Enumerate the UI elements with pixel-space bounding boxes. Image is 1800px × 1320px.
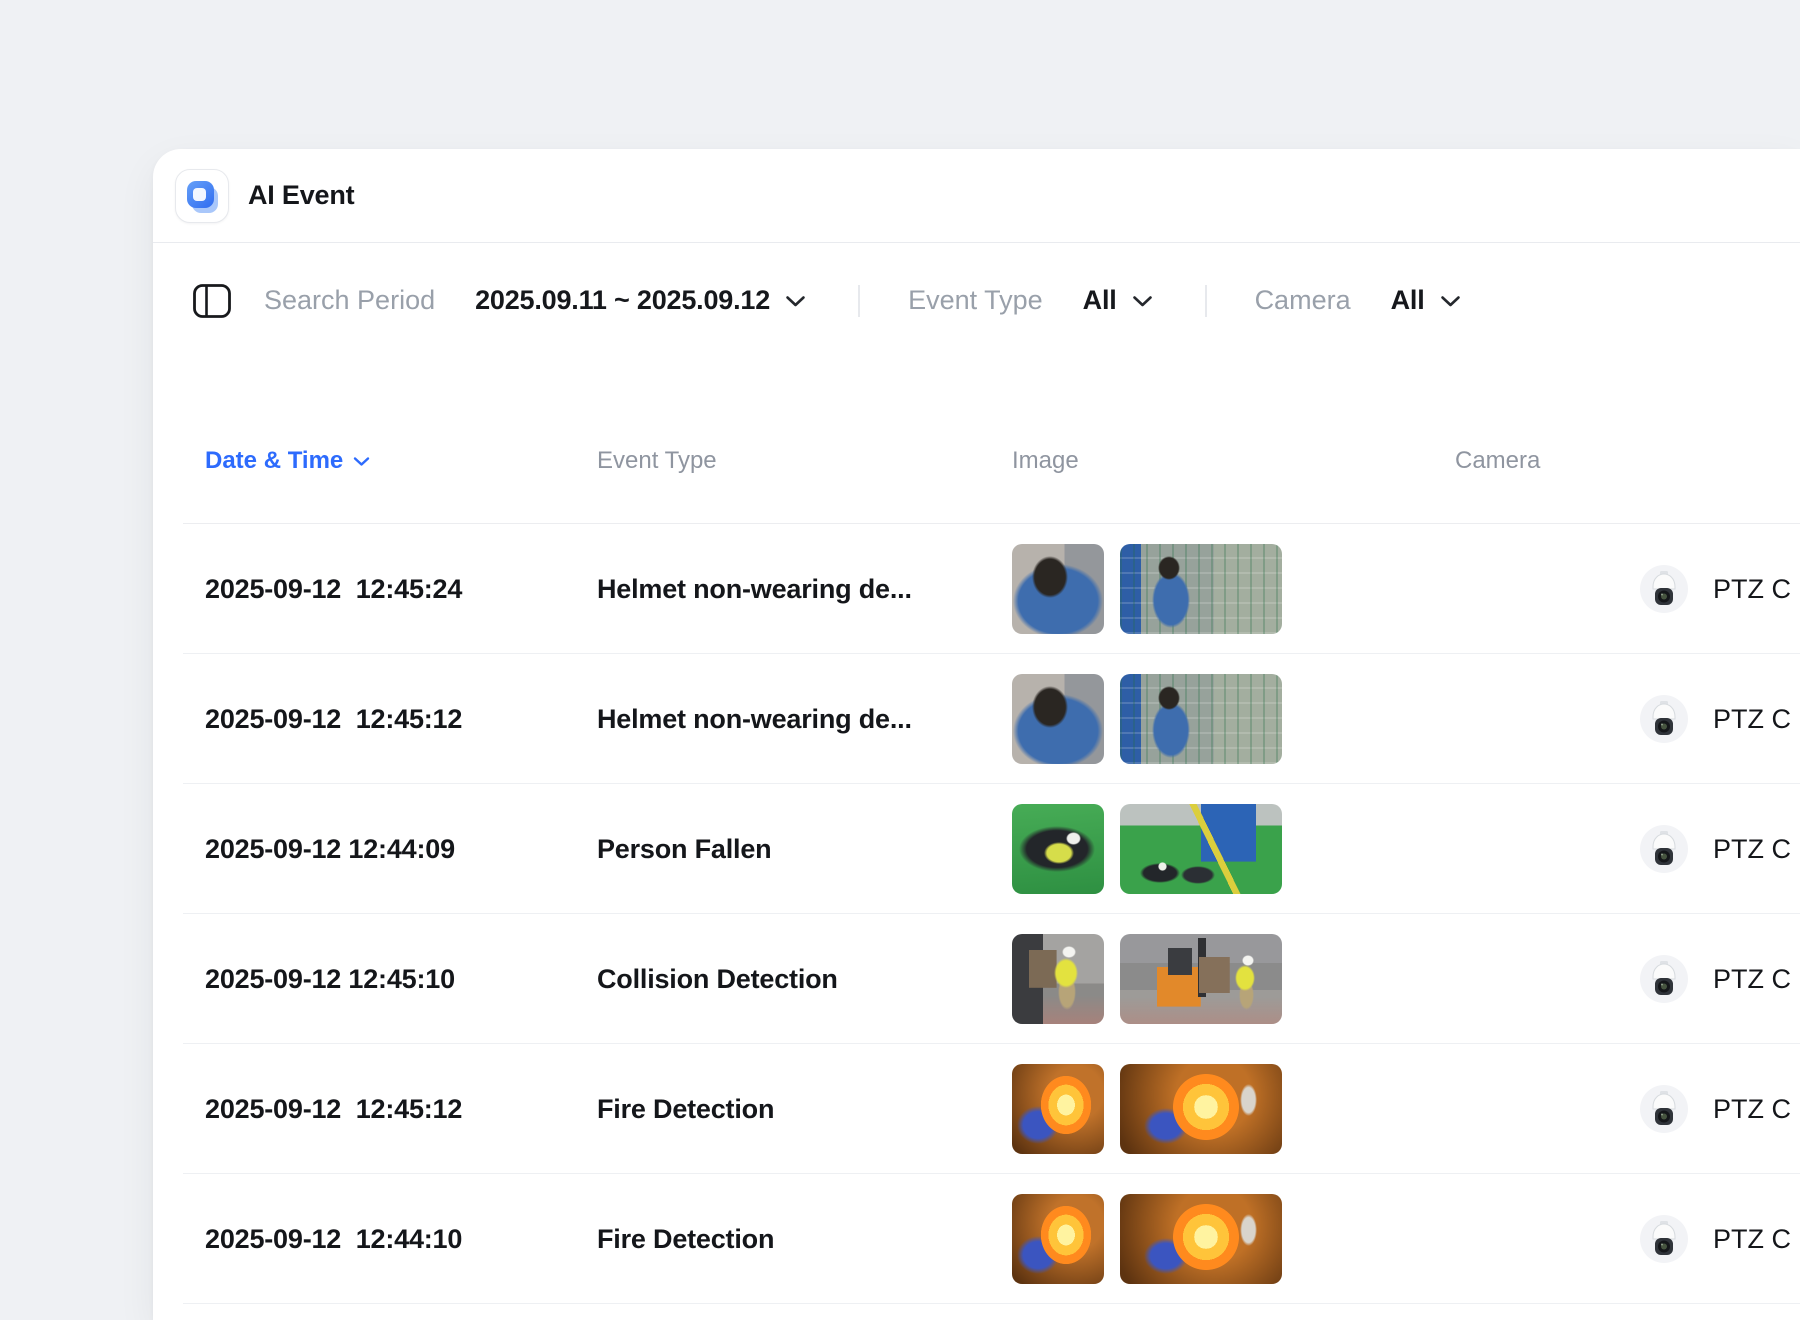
search-period-label: Search Period [264, 285, 435, 316]
event-datetime: 2025-09-12 12:45:24 [205, 574, 597, 605]
sort-chevron-down-icon [353, 456, 370, 467]
chevron-down-icon [785, 294, 806, 308]
event-type: Helmet non-wearing de... [597, 574, 1012, 605]
camera-cell: PTZ C [1640, 955, 1800, 1003]
event-thumbnail-small[interactable] [1012, 934, 1104, 1024]
camera-cell: PTZ C [1640, 1215, 1800, 1263]
event-thumbnail-small[interactable] [1012, 1064, 1104, 1154]
camera-cell: PTZ C [1640, 1085, 1800, 1133]
event-type: Fire Detection [597, 1224, 1012, 1255]
table-header-row: Date & Time Event Type Image Camera [153, 358, 1800, 524]
event-thumbnail-small[interactable] [1012, 1194, 1104, 1284]
table-row[interactable]: 2025-09-12 12:45:12 Helmet non-wearing d… [153, 654, 1800, 784]
ptz-camera-avatar [1640, 1085, 1688, 1133]
camera-name: PTZ C [1713, 834, 1791, 865]
ai-event-panel: AI Event Search Period 2025.09.11 ~ 2025… [153, 149, 1800, 1320]
camera-name: PTZ C [1713, 1224, 1791, 1255]
event-type-dropdown[interactable]: All [1083, 285, 1153, 316]
event-thumbnail-large[interactable] [1120, 934, 1282, 1024]
event-datetime: 2025-09-12 12:45:10 [205, 964, 597, 995]
ptz-camera-avatar [1640, 955, 1688, 1003]
chevron-down-icon [1440, 294, 1461, 308]
ptz-camera-avatar [1640, 825, 1688, 873]
event-thumbnail-large[interactable] [1120, 1194, 1282, 1284]
camera-label: Camera [1255, 285, 1351, 316]
camera-value: All [1391, 285, 1425, 316]
table-row[interactable]: 2025-09-12 12:43:47 Person Fallen PTZ C [153, 1304, 1800, 1320]
event-images [1012, 674, 1640, 764]
ptz-dome-camera-icon [1648, 1090, 1680, 1128]
event-datetime: 2025-09-12 12:44:09 [205, 834, 597, 865]
ptz-dome-camera-icon [1648, 570, 1680, 608]
camera-name: PTZ C [1713, 704, 1791, 735]
camera-cell: PTZ C [1640, 825, 1800, 873]
table-row[interactable]: 2025-09-12 12:44:10 Fire Detection PTZ C [153, 1174, 1800, 1304]
table-row[interactable]: 2025-09-12 12:45:10 Collision Detection … [153, 914, 1800, 1044]
camera-dropdown[interactable]: All [1391, 285, 1461, 316]
event-images [1012, 1194, 1640, 1284]
filter-divider [858, 285, 860, 317]
panel-toggle-icon [193, 284, 231, 318]
event-type: Helmet non-wearing de... [597, 704, 1012, 735]
filter-divider [1205, 285, 1207, 317]
camera-name: PTZ C [1713, 1094, 1791, 1125]
ptz-camera-avatar [1640, 1215, 1688, 1263]
event-images [1012, 544, 1640, 634]
event-type-label: Event Type [908, 285, 1043, 316]
page-title: AI Event [248, 180, 354, 211]
event-datetime: 2025-09-12 12:45:12 [205, 1094, 597, 1125]
column-header-datetime-label: Date & Time [205, 447, 343, 475]
ai-event-app-icon [175, 169, 229, 223]
column-header-camera: Camera [1455, 447, 1800, 475]
filter-bar: Search Period 2025.09.11 ~ 2025.09.12 Ev… [153, 243, 1800, 358]
ptz-camera-avatar [1640, 695, 1688, 743]
event-thumbnail-large[interactable] [1120, 674, 1282, 764]
column-header-datetime[interactable]: Date & Time [205, 447, 370, 475]
event-thumbnail-small[interactable] [1012, 544, 1104, 634]
event-table-body: 2025-09-12 12:45:24 Helmet non-wearing d… [153, 524, 1800, 1320]
ptz-dome-camera-icon [1648, 1220, 1680, 1258]
camera-cell: PTZ C [1640, 695, 1800, 743]
ptz-dome-camera-icon [1648, 960, 1680, 998]
event-images [1012, 1064, 1640, 1154]
event-datetime: 2025-09-12 12:44:10 [205, 1224, 597, 1255]
ptz-dome-camera-icon [1648, 700, 1680, 738]
column-header-image: Image [1012, 447, 1455, 475]
search-period-dropdown[interactable]: 2025.09.11 ~ 2025.09.12 [475, 285, 806, 316]
camera-cell: PTZ C [1640, 565, 1800, 613]
panel-header: AI Event [153, 149, 1800, 243]
sidebar-toggle-button[interactable] [192, 283, 232, 319]
event-type-value: All [1083, 285, 1117, 316]
ptz-dome-camera-icon [1648, 830, 1680, 868]
event-type: Collision Detection [597, 964, 1012, 995]
event-type: Fire Detection [597, 1094, 1012, 1125]
event-thumbnail-large[interactable] [1120, 804, 1282, 894]
app-icon-inner-square [193, 188, 206, 201]
chevron-down-icon [1132, 294, 1153, 308]
camera-name: PTZ C [1713, 964, 1791, 995]
event-thumbnail-small[interactable] [1012, 804, 1104, 894]
search-period-value: 2025.09.11 ~ 2025.09.12 [475, 285, 770, 316]
table-row[interactable]: 2025-09-12 12:44:09 Person Fallen PTZ C [153, 784, 1800, 914]
column-header-event-type: Event Type [597, 447, 1012, 475]
event-thumbnail-large[interactable] [1120, 544, 1282, 634]
event-thumbnail-small[interactable] [1012, 674, 1104, 764]
camera-name: PTZ C [1713, 574, 1791, 605]
event-datetime: 2025-09-12 12:45:12 [205, 704, 597, 735]
table-row[interactable]: 2025-09-12 12:45:12 Fire Detection PTZ C [153, 1044, 1800, 1174]
event-images [1012, 804, 1640, 894]
ptz-camera-avatar [1640, 565, 1688, 613]
table-row[interactable]: 2025-09-12 12:45:24 Helmet non-wearing d… [153, 524, 1800, 654]
event-type: Person Fallen [597, 834, 1012, 865]
event-images [1012, 934, 1640, 1024]
event-thumbnail-large[interactable] [1120, 1064, 1282, 1154]
